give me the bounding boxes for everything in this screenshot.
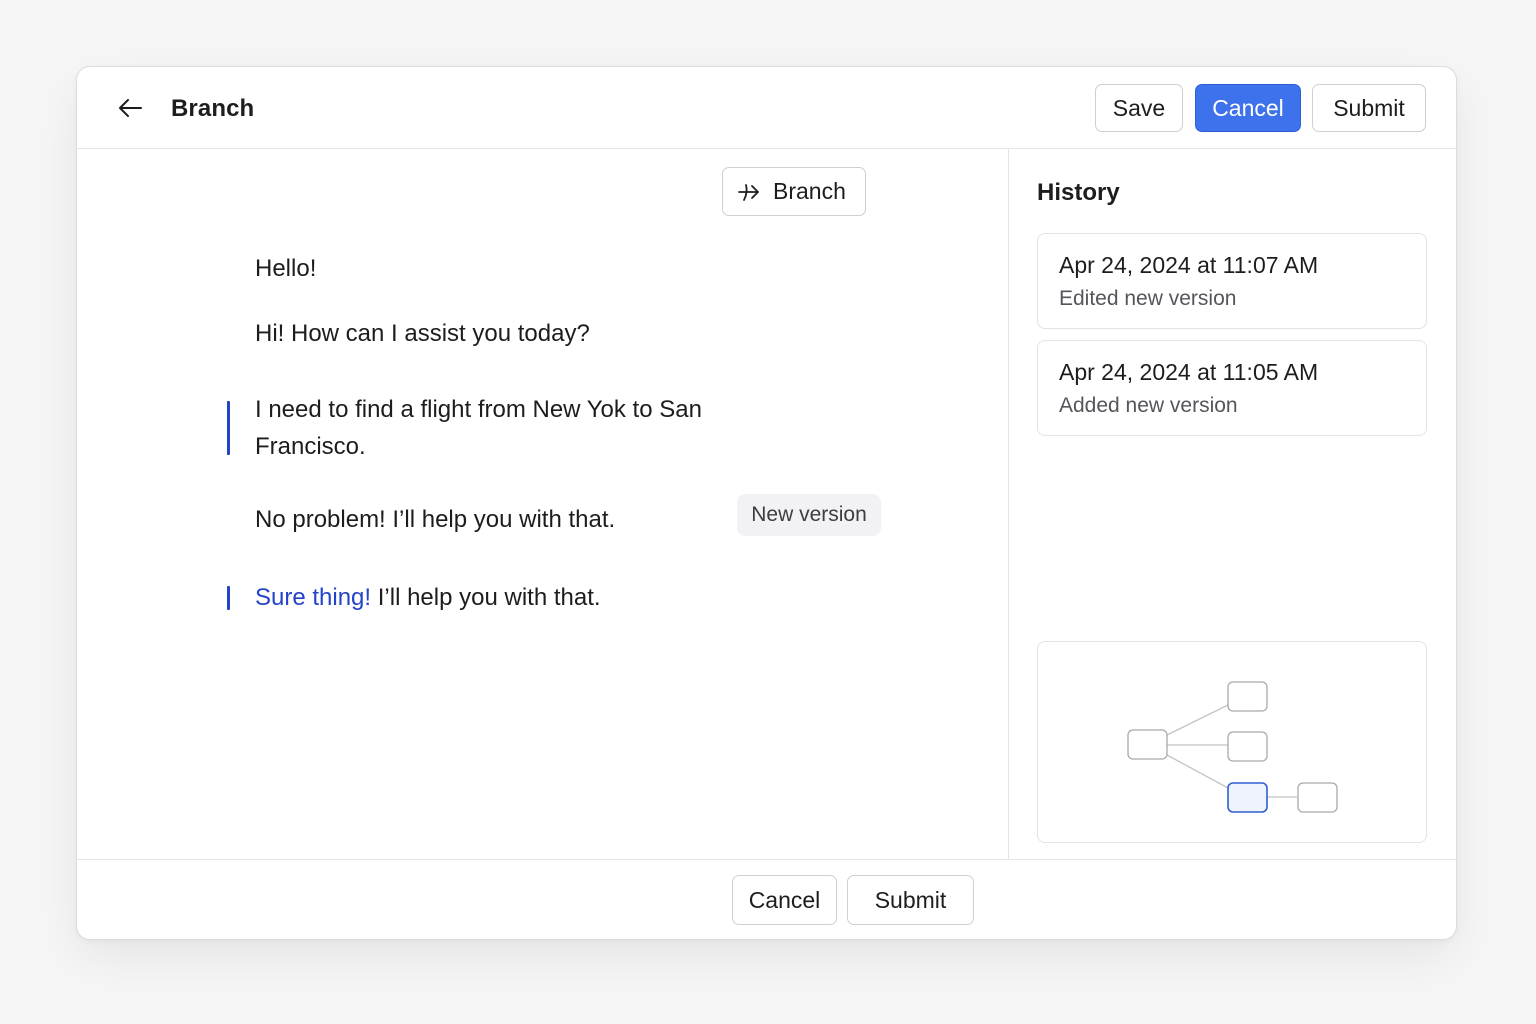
message-assistant-new-version[interactable]: Sure thing! I’ll help you with that.	[255, 579, 601, 616]
graph-edge	[1166, 704, 1229, 736]
message-assistant-reply: No problem! I’ll help you with that.	[255, 506, 616, 533]
edit-indicator	[227, 586, 230, 610]
new-version-badge[interactable]: New version	[737, 494, 881, 536]
version-tree-diagram	[1127, 681, 1338, 813]
history-item-description: Added new version	[1059, 394, 1238, 417]
branch-dialog: Branch Save Cancel Submit Branch Hello! …	[76, 66, 1457, 940]
save-button[interactable]: Save	[1095, 84, 1183, 132]
history-item[interactable]: Apr 24, 2024 at 11:05 AM Added new versi…	[1037, 340, 1427, 436]
conversation-pane: Branch Hello! Hi! How can I assist you t…	[77, 149, 1009, 859]
graph-node-root[interactable]	[1127, 729, 1168, 760]
header: Branch Save Cancel Submit	[77, 67, 1456, 149]
history-item-time: Apr 24, 2024 at 11:07 AM	[1059, 252, 1319, 278]
history-title: History	[1037, 179, 1120, 206]
footer-submit-button[interactable]: Submit	[847, 875, 974, 925]
graph-node-selected[interactable]	[1227, 782, 1268, 813]
message-assistant-greeting: Hello!	[255, 255, 317, 282]
edit-indicator	[227, 401, 230, 455]
graph-node[interactable]	[1227, 681, 1268, 712]
cancel-button[interactable]: Cancel	[1195, 84, 1301, 132]
message-text: I’ll help you with that.	[371, 584, 601, 611]
history-item-description: Edited new version	[1059, 287, 1237, 310]
back-button[interactable]	[115, 95, 145, 121]
footer: Cancel Submit	[77, 859, 1456, 939]
history-item[interactable]: Apr 24, 2024 at 11:07 AM Edited new vers…	[1037, 233, 1427, 329]
branch-button[interactable]: Branch	[722, 167, 866, 216]
page-title: Branch	[171, 95, 255, 122]
history-sidebar: History Apr 24, 2024 at 11:07 AM Edited …	[1010, 149, 1456, 859]
highlighted-edit: Sure thing!	[255, 584, 372, 611]
submit-button[interactable]: Submit	[1312, 84, 1426, 132]
arrow-left-icon	[119, 99, 142, 117]
message-user-edited[interactable]: I need to find a flight from New Yok to …	[255, 391, 745, 465]
branch-arrow-icon	[738, 183, 759, 201]
branch-button-label: Branch	[773, 178, 846, 204]
graph-node[interactable]	[1297, 782, 1338, 813]
history-item-time: Apr 24, 2024 at 11:05 AM	[1059, 359, 1319, 385]
footer-cancel-button[interactable]: Cancel	[732, 875, 837, 925]
graph-node[interactable]	[1227, 731, 1268, 762]
message-assistant-question: Hi! How can I assist you today?	[255, 320, 590, 347]
graph-edge	[1166, 754, 1229, 789]
version-graph	[1037, 641, 1427, 843]
